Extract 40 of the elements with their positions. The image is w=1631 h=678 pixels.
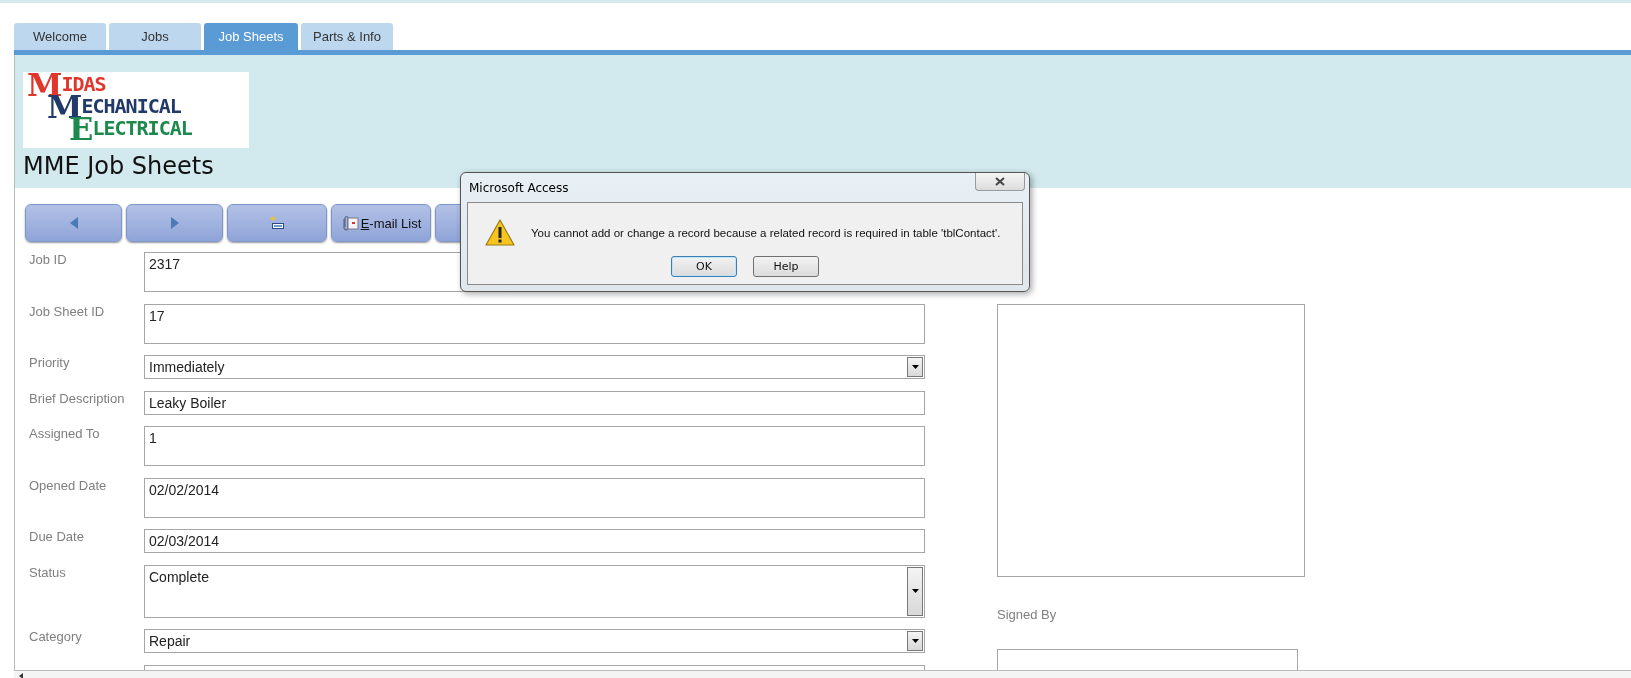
field-label: Signed By — [997, 607, 1058, 623]
previous-button[interactable] — [25, 204, 122, 242]
dialog-button[interactable]: Help — [753, 256, 819, 277]
field-label: Assigned To — [28, 426, 101, 443]
dialog-button[interactable]: OK — [671, 256, 737, 277]
input-field[interactable]: 02/02/2014 — [144, 477, 925, 518]
field-label: Priority — [28, 355, 71, 372]
field-label: Job ID — [28, 252, 68, 269]
dialog-title: Microsoft Access — [469, 181, 569, 195]
email-list-button[interactable]: E-mail List — [331, 204, 431, 242]
tab[interactable]: Welcome — [14, 23, 106, 50]
field-label: Category — [28, 629, 83, 646]
input-field[interactable]: 02/03/2014 — [144, 529, 925, 553]
tab[interactable]: Jobs — [109, 23, 201, 50]
input-field[interactable]: Leaky Boiler — [144, 390, 925, 415]
tab[interactable]: Parts & Info — [301, 23, 393, 50]
previous-arrow-icon — [69, 217, 78, 229]
warning-icon — [485, 219, 515, 246]
dropdown-field[interactable]: Complete — [144, 564, 925, 618]
field-label: Brief Description — [28, 390, 126, 408]
close-icon — [995, 177, 1005, 186]
field-label: Job Sheet ID — [28, 303, 106, 321]
form-title: MME Job Sheets — [23, 152, 214, 180]
next-button[interactable] — [126, 204, 223, 242]
dialog-message: You cannot add or change a record because a related record is required in table 'tblContact'. — [531, 226, 1001, 239]
left-arrow-icon[interactable] — [19, 673, 23, 678]
input-field[interactable]: 1 — [144, 426, 925, 466]
dropdown-field[interactable]: Immediately — [144, 355, 925, 379]
field-label: Due Date — [28, 529, 85, 546]
horizontal-scrollbar[interactable] — [14, 670, 1631, 678]
input-field[interactable] — [144, 664, 925, 670]
input-field[interactable]: 17 — [144, 303, 925, 344]
dropdown-field[interactable]: Repair — [144, 629, 925, 653]
new-record-icon — [270, 216, 284, 230]
field-label: Opened Date — [28, 477, 108, 495]
mail-list-icon — [340, 215, 359, 231]
field-label: Status — [28, 564, 67, 582]
close-button[interactable] — [975, 173, 1025, 191]
next-arrow-icon — [170, 217, 179, 229]
new-record-button[interactable] — [227, 204, 327, 242]
